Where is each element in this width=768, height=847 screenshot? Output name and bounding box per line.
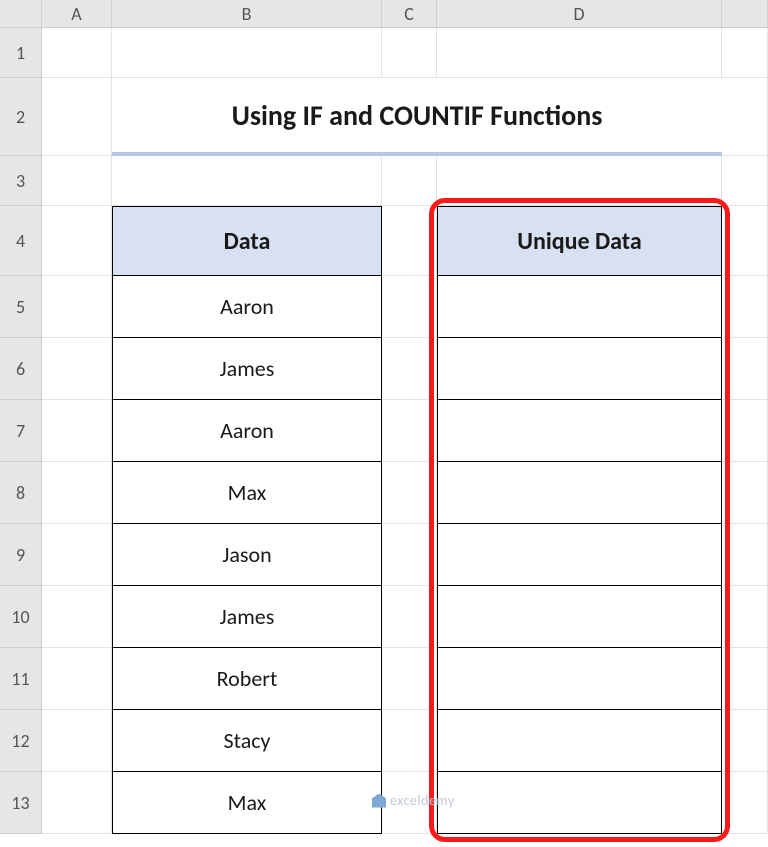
row-header-5[interactable]: 5 <box>0 276 42 338</box>
cell[interactable] <box>382 586 437 648</box>
unique-cell[interactable] <box>437 338 722 400</box>
unique-cell[interactable] <box>437 400 722 462</box>
row-header-1[interactable]: 1 <box>0 28 42 78</box>
spreadsheet-view: ABCD 12345678910111213 Using IF and COUN… <box>0 0 768 847</box>
cell[interactable] <box>382 462 437 524</box>
row-header-3[interactable]: 3 <box>0 156 42 206</box>
row-header-4[interactable]: 4 <box>0 206 42 276</box>
data-cell[interactable]: Aaron <box>112 276 382 338</box>
header-text: Data <box>224 227 271 256</box>
cell-value: James <box>220 603 275 630</box>
cell[interactable] <box>382 524 437 586</box>
title-text: Using IF and COUNTIF Functions <box>232 98 603 133</box>
cell[interactable] <box>42 156 112 206</box>
cell[interactable] <box>42 206 112 276</box>
cell[interactable] <box>382 206 437 276</box>
cell[interactable] <box>42 276 112 338</box>
column-header-A[interactable]: A <box>42 0 112 28</box>
cell[interactable] <box>382 156 437 206</box>
column-headers: ABCD <box>42 0 768 28</box>
select-all-corner[interactable] <box>0 0 42 28</box>
cell[interactable] <box>42 772 112 834</box>
cell[interactable] <box>42 524 112 586</box>
cell[interactable] <box>382 276 437 338</box>
cell[interactable] <box>42 28 112 78</box>
unique-cell[interactable] <box>437 648 722 710</box>
cell[interactable] <box>722 206 768 276</box>
page-title: Using IF and COUNTIF Functions <box>112 78 722 156</box>
row-header-6[interactable]: 6 <box>0 338 42 400</box>
row-header-9[interactable]: 9 <box>0 524 42 586</box>
cell[interactable] <box>722 772 768 834</box>
row-header-13[interactable]: 13 <box>0 772 42 834</box>
row-header-10[interactable]: 10 <box>0 586 42 648</box>
cell-value: Robert <box>217 665 278 692</box>
cell[interactable] <box>42 78 112 156</box>
unique-cell[interactable] <box>437 524 722 586</box>
cell[interactable] <box>722 648 768 710</box>
cell-value: Jason <box>222 541 271 568</box>
cell-value: Stacy <box>223 727 270 754</box>
cell[interactable] <box>722 710 768 772</box>
data-cell[interactable]: Aaron <box>112 400 382 462</box>
cell[interactable] <box>382 338 437 400</box>
column-header-C[interactable]: C <box>382 0 437 28</box>
data-cell[interactable]: James <box>112 586 382 648</box>
row-header-11[interactable]: 11 <box>0 648 42 710</box>
data-cell[interactable]: Max <box>112 462 382 524</box>
cell[interactable] <box>42 648 112 710</box>
cell[interactable] <box>382 648 437 710</box>
watermark-icon <box>372 794 386 808</box>
unique-cell[interactable] <box>437 586 722 648</box>
row-header-12[interactable]: 12 <box>0 710 42 772</box>
unique-cell[interactable] <box>437 772 722 834</box>
cell[interactable] <box>722 78 768 156</box>
cell[interactable] <box>382 710 437 772</box>
cell[interactable] <box>42 586 112 648</box>
cell[interactable] <box>722 400 768 462</box>
unique-cell[interactable] <box>437 462 722 524</box>
cell[interactable] <box>722 462 768 524</box>
cell[interactable] <box>42 462 112 524</box>
row-header-8[interactable]: 8 <box>0 462 42 524</box>
cell[interactable] <box>722 276 768 338</box>
unique-column-header[interactable]: Unique Data <box>437 206 722 276</box>
row-headers: 12345678910111213 <box>0 28 42 834</box>
cell-value: Aaron <box>220 417 274 444</box>
watermark-text: exceldemy <box>390 792 455 809</box>
row-header-7[interactable]: 7 <box>0 400 42 462</box>
cell-value: Aaron <box>220 293 274 320</box>
unique-cell[interactable] <box>437 710 722 772</box>
cell[interactable] <box>722 156 768 206</box>
header-text: Unique Data <box>517 227 641 256</box>
watermark: exceldemy <box>372 792 455 809</box>
cell-value: James <box>220 355 275 382</box>
cell[interactable] <box>382 28 437 78</box>
data-cell[interactable]: Robert <box>112 648 382 710</box>
cell[interactable] <box>722 28 768 78</box>
column-header-end[interactable] <box>722 0 768 28</box>
cell[interactable] <box>42 400 112 462</box>
cell[interactable] <box>437 156 722 206</box>
cell[interactable] <box>382 400 437 462</box>
cell[interactable] <box>112 28 382 78</box>
data-cell[interactable]: Jason <box>112 524 382 586</box>
cell-value: Max <box>228 789 267 816</box>
column-header-B[interactable]: B <box>112 0 382 28</box>
unique-cell[interactable] <box>437 276 722 338</box>
cell[interactable] <box>42 338 112 400</box>
cell[interactable] <box>42 710 112 772</box>
row-header-2[interactable]: 2 <box>0 78 42 156</box>
data-cell[interactable]: Stacy <box>112 710 382 772</box>
cell[interactable] <box>722 524 768 586</box>
cell[interactable] <box>722 586 768 648</box>
cell[interactable] <box>112 156 382 206</box>
data-cell[interactable]: James <box>112 338 382 400</box>
data-cell[interactable]: Max <box>112 772 382 834</box>
cell[interactable] <box>437 28 722 78</box>
cell[interactable] <box>722 338 768 400</box>
data-column-header[interactable]: Data <box>112 206 382 276</box>
cell-value: Max <box>228 479 267 506</box>
column-header-D[interactable]: D <box>437 0 722 28</box>
